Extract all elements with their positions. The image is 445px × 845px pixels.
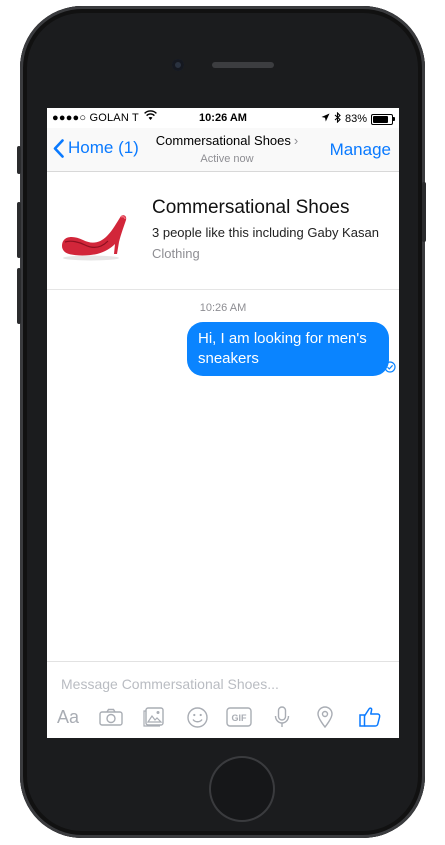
- message-input[interactable]: Message Commersational Shoes...: [61, 676, 279, 692]
- mute-switch: [17, 146, 21, 174]
- chevron-right-icon: ›: [293, 133, 299, 148]
- navigation-bar: Home (1) Commersational Shoes › Active no…: [47, 128, 399, 172]
- volume-up-button: [17, 202, 21, 258]
- page-likes: 3 people like this including Gaby Kasan: [152, 225, 379, 240]
- back-button[interactable]: Home (1): [53, 138, 139, 158]
- status-right: 83%: [321, 111, 395, 126]
- earpiece-speaker: [212, 62, 274, 68]
- page-name: Commersational Shoes: [152, 197, 350, 218]
- battery-percent: 83%: [344, 113, 367, 125]
- sent-message-bubble[interactable]: Hi, I am looking for men's sneakers: [187, 322, 389, 376]
- microphone-icon[interactable]: [268, 704, 296, 730]
- page-category: Clothing: [152, 246, 200, 261]
- home-button[interactable]: [211, 758, 273, 820]
- shoe-product-image: [62, 215, 127, 261]
- conversation-title[interactable]: Commersational Shoes › Active now: [147, 132, 307, 165]
- chevron-left-icon: [53, 138, 64, 158]
- message-composer: Message Commersational Shoes... Aa GIF: [47, 661, 399, 738]
- camera-icon[interactable]: [97, 704, 125, 730]
- emoji-icon[interactable]: [183, 704, 211, 730]
- battery-icon: [371, 113, 395, 125]
- composer-toolbar: Aa GIF: [47, 704, 399, 730]
- message-timestamp: 10:26 AM: [199, 302, 247, 314]
- page-profile-header: Commersational Shoes 3 people like this …: [47, 172, 399, 290]
- status-bar: ●●●●○ GOLAN T 10:26 AM 83%: [47, 108, 399, 128]
- thumbs-up-icon[interactable]: [356, 704, 384, 730]
- active-status: Active now: [200, 153, 254, 165]
- svg-text:GIF: GIF: [232, 713, 248, 723]
- text-format-button[interactable]: Aa: [54, 704, 82, 730]
- messenger-screen: ●●●●○ GOLAN T 10:26 AM 83% Home (1) Comm…: [47, 108, 399, 738]
- battery-fill: [373, 115, 388, 123]
- front-camera: [172, 59, 184, 71]
- page-title: Commersational Shoes: [155, 133, 291, 148]
- power-button: [422, 182, 426, 242]
- back-button-label: Home (1): [68, 138, 139, 157]
- sent-check-icon: [384, 361, 396, 373]
- manage-button[interactable]: Manage: [330, 140, 391, 160]
- location-icon[interactable]: [311, 704, 339, 730]
- gif-icon[interactable]: GIF: [225, 704, 253, 730]
- location-arrow-icon: [321, 113, 330, 125]
- bluetooth-icon: [334, 111, 341, 126]
- photo-icon[interactable]: [140, 704, 168, 730]
- volume-down-button: [17, 268, 21, 324]
